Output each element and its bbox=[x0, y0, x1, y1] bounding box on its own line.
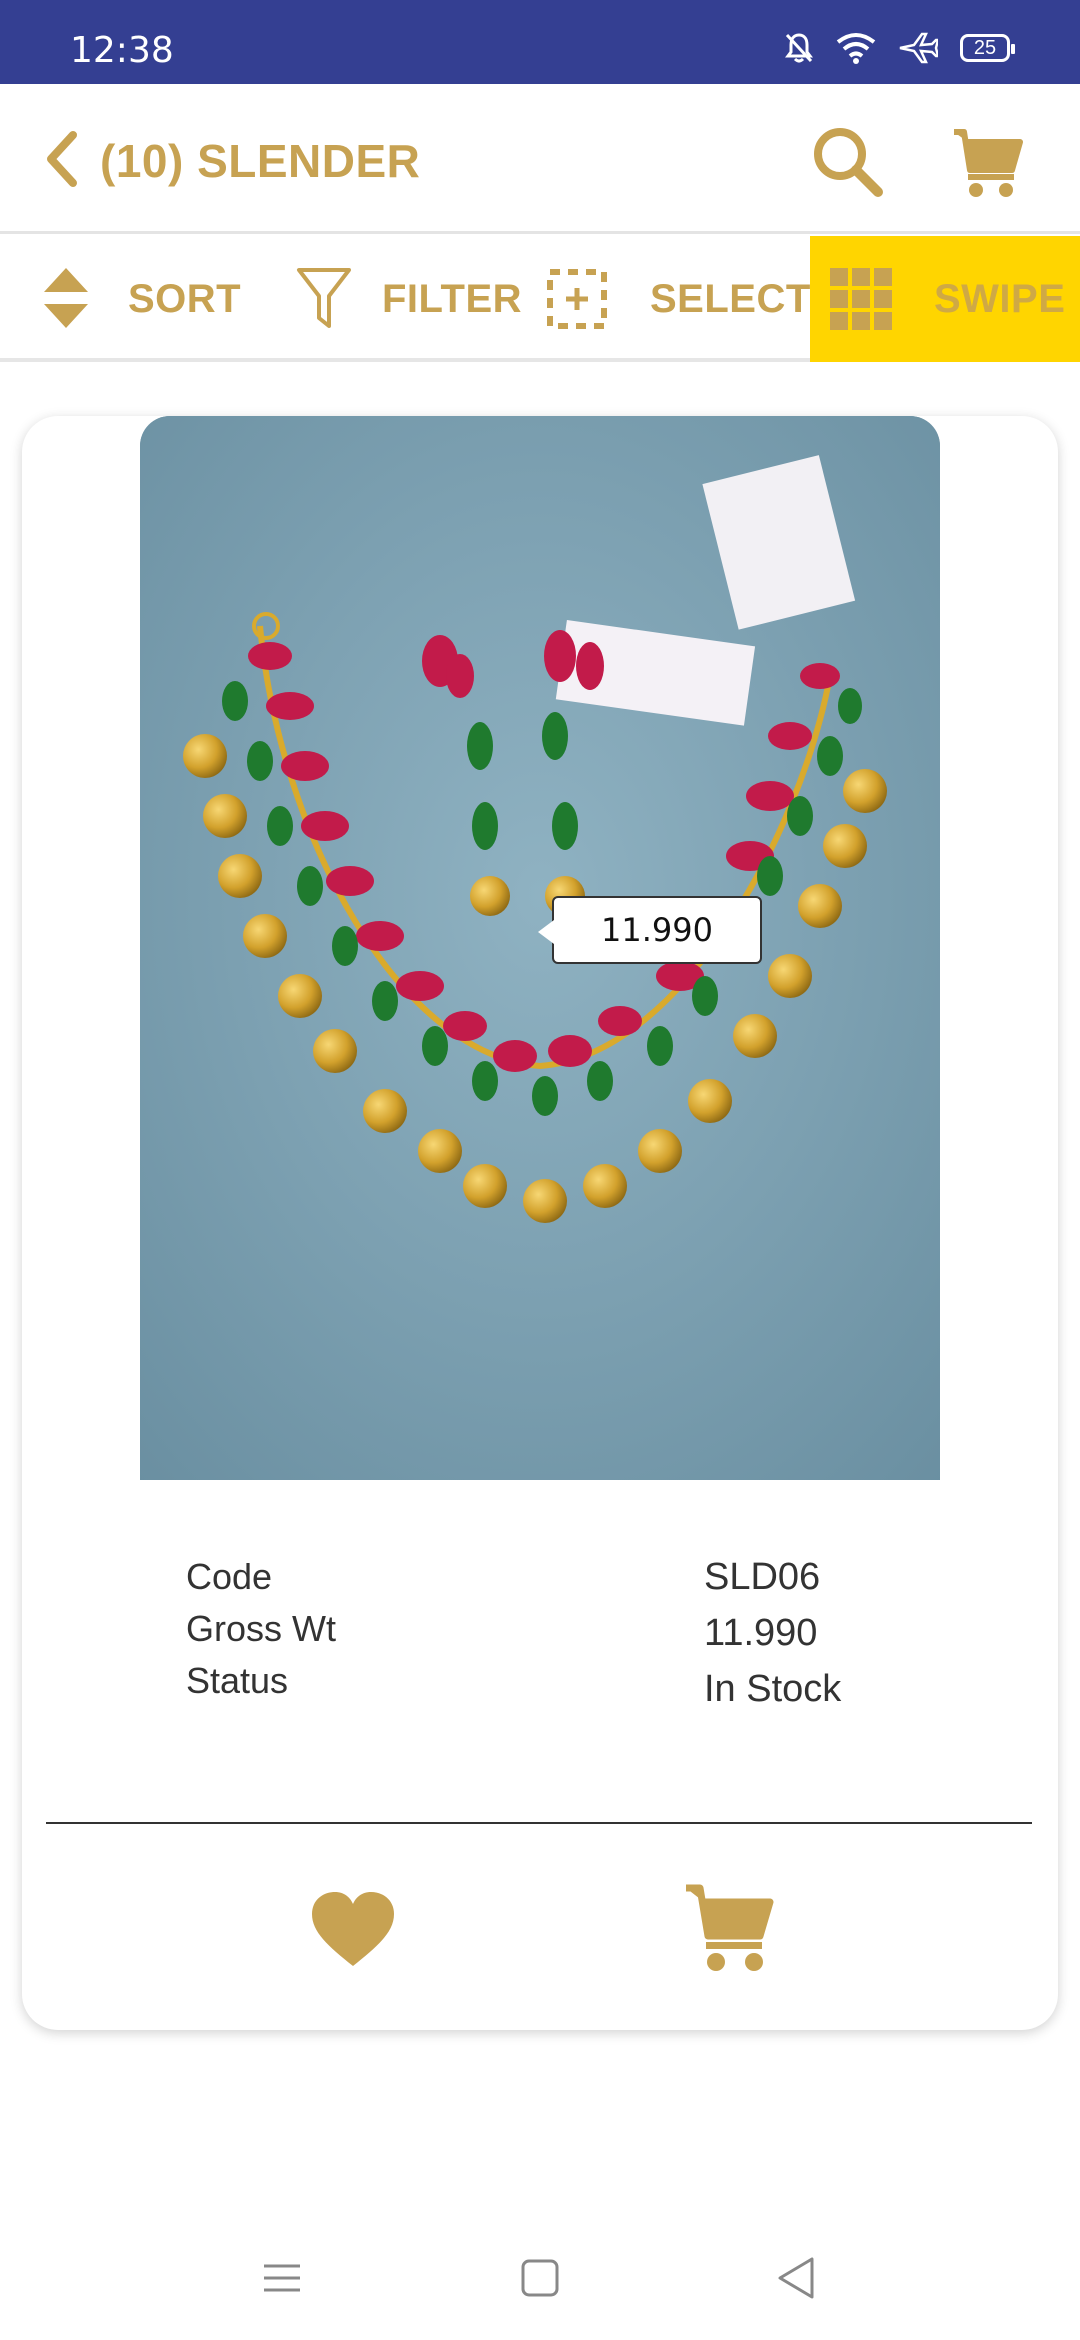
code-value: SLD06 bbox=[704, 1556, 821, 1598]
wifi-icon bbox=[836, 33, 876, 64]
product-image[interactable]: 11.990 bbox=[140, 416, 940, 1480]
battery-icon: 25 bbox=[960, 34, 1015, 62]
airplane-icon bbox=[899, 32, 938, 64]
back-triangle-icon bbox=[778, 2257, 814, 2299]
page-title: (10) SLENDER bbox=[100, 135, 421, 187]
grid-icon bbox=[830, 268, 892, 330]
back-arrow-icon bbox=[47, 131, 77, 187]
back-button[interactable] bbox=[26, 124, 96, 194]
nav-menu-button[interactable] bbox=[252, 2248, 312, 2308]
toolbar: SORT FILTER SELECT SWIPE bbox=[0, 236, 1080, 362]
system-nav-bar bbox=[0, 2210, 1080, 2340]
product-details: Code Gross Wt Status SLD06 11.990 In Sto… bbox=[22, 1556, 1058, 1756]
status-time: 12:38 bbox=[70, 30, 174, 71]
cart-button[interactable] bbox=[950, 124, 1026, 200]
gross-wt-value: 11.990 bbox=[704, 1612, 818, 1654]
price-tag: 11.990 bbox=[538, 896, 762, 964]
select-icon bbox=[547, 269, 607, 329]
sort-label: SORT bbox=[128, 276, 242, 321]
swipe-button[interactable]: SWIPE bbox=[810, 236, 1080, 362]
filter-button[interactable]: FILTER bbox=[296, 236, 522, 362]
search-button[interactable] bbox=[810, 124, 886, 200]
nav-back-button[interactable] bbox=[766, 2248, 826, 2308]
swipe-label: SWIPE bbox=[934, 276, 1066, 321]
sort-icon bbox=[44, 268, 88, 328]
filter-label: FILTER bbox=[382, 276, 523, 321]
menu-icon bbox=[264, 2264, 300, 2292]
code-label: Code bbox=[186, 1556, 273, 1597]
cart-icon bbox=[686, 1884, 774, 1971]
status-bar: 12:38 25 bbox=[0, 0, 1080, 84]
heart-icon bbox=[312, 1892, 394, 1966]
divider bbox=[46, 1822, 1032, 1824]
select-button[interactable]: SELECT bbox=[546, 236, 811, 362]
status-value: In Stock bbox=[704, 1668, 842, 1710]
wishlist-button[interactable] bbox=[308, 1886, 398, 1976]
status-label: Status bbox=[186, 1660, 289, 1701]
add-to-cart-button[interactable] bbox=[682, 1878, 778, 1974]
cart-icon bbox=[954, 129, 1023, 197]
app-bar: (10) SLENDER bbox=[0, 84, 1080, 234]
status-icons: 25 bbox=[784, 32, 1015, 64]
search-icon bbox=[814, 128, 883, 197]
select-label: SELECT bbox=[650, 276, 811, 321]
sort-button[interactable]: SORT bbox=[36, 236, 241, 362]
mute-bell-icon bbox=[785, 33, 813, 63]
filter-icon bbox=[297, 268, 351, 328]
gross-wt-label: Gross Wt bbox=[186, 1608, 336, 1649]
home-icon bbox=[521, 2259, 559, 2297]
nav-home-button[interactable] bbox=[510, 2248, 570, 2308]
necklace-photo bbox=[140, 416, 940, 1480]
product-card[interactable]: 11.990 Code Gross Wt Status SLD06 11.990… bbox=[22, 416, 1058, 2030]
